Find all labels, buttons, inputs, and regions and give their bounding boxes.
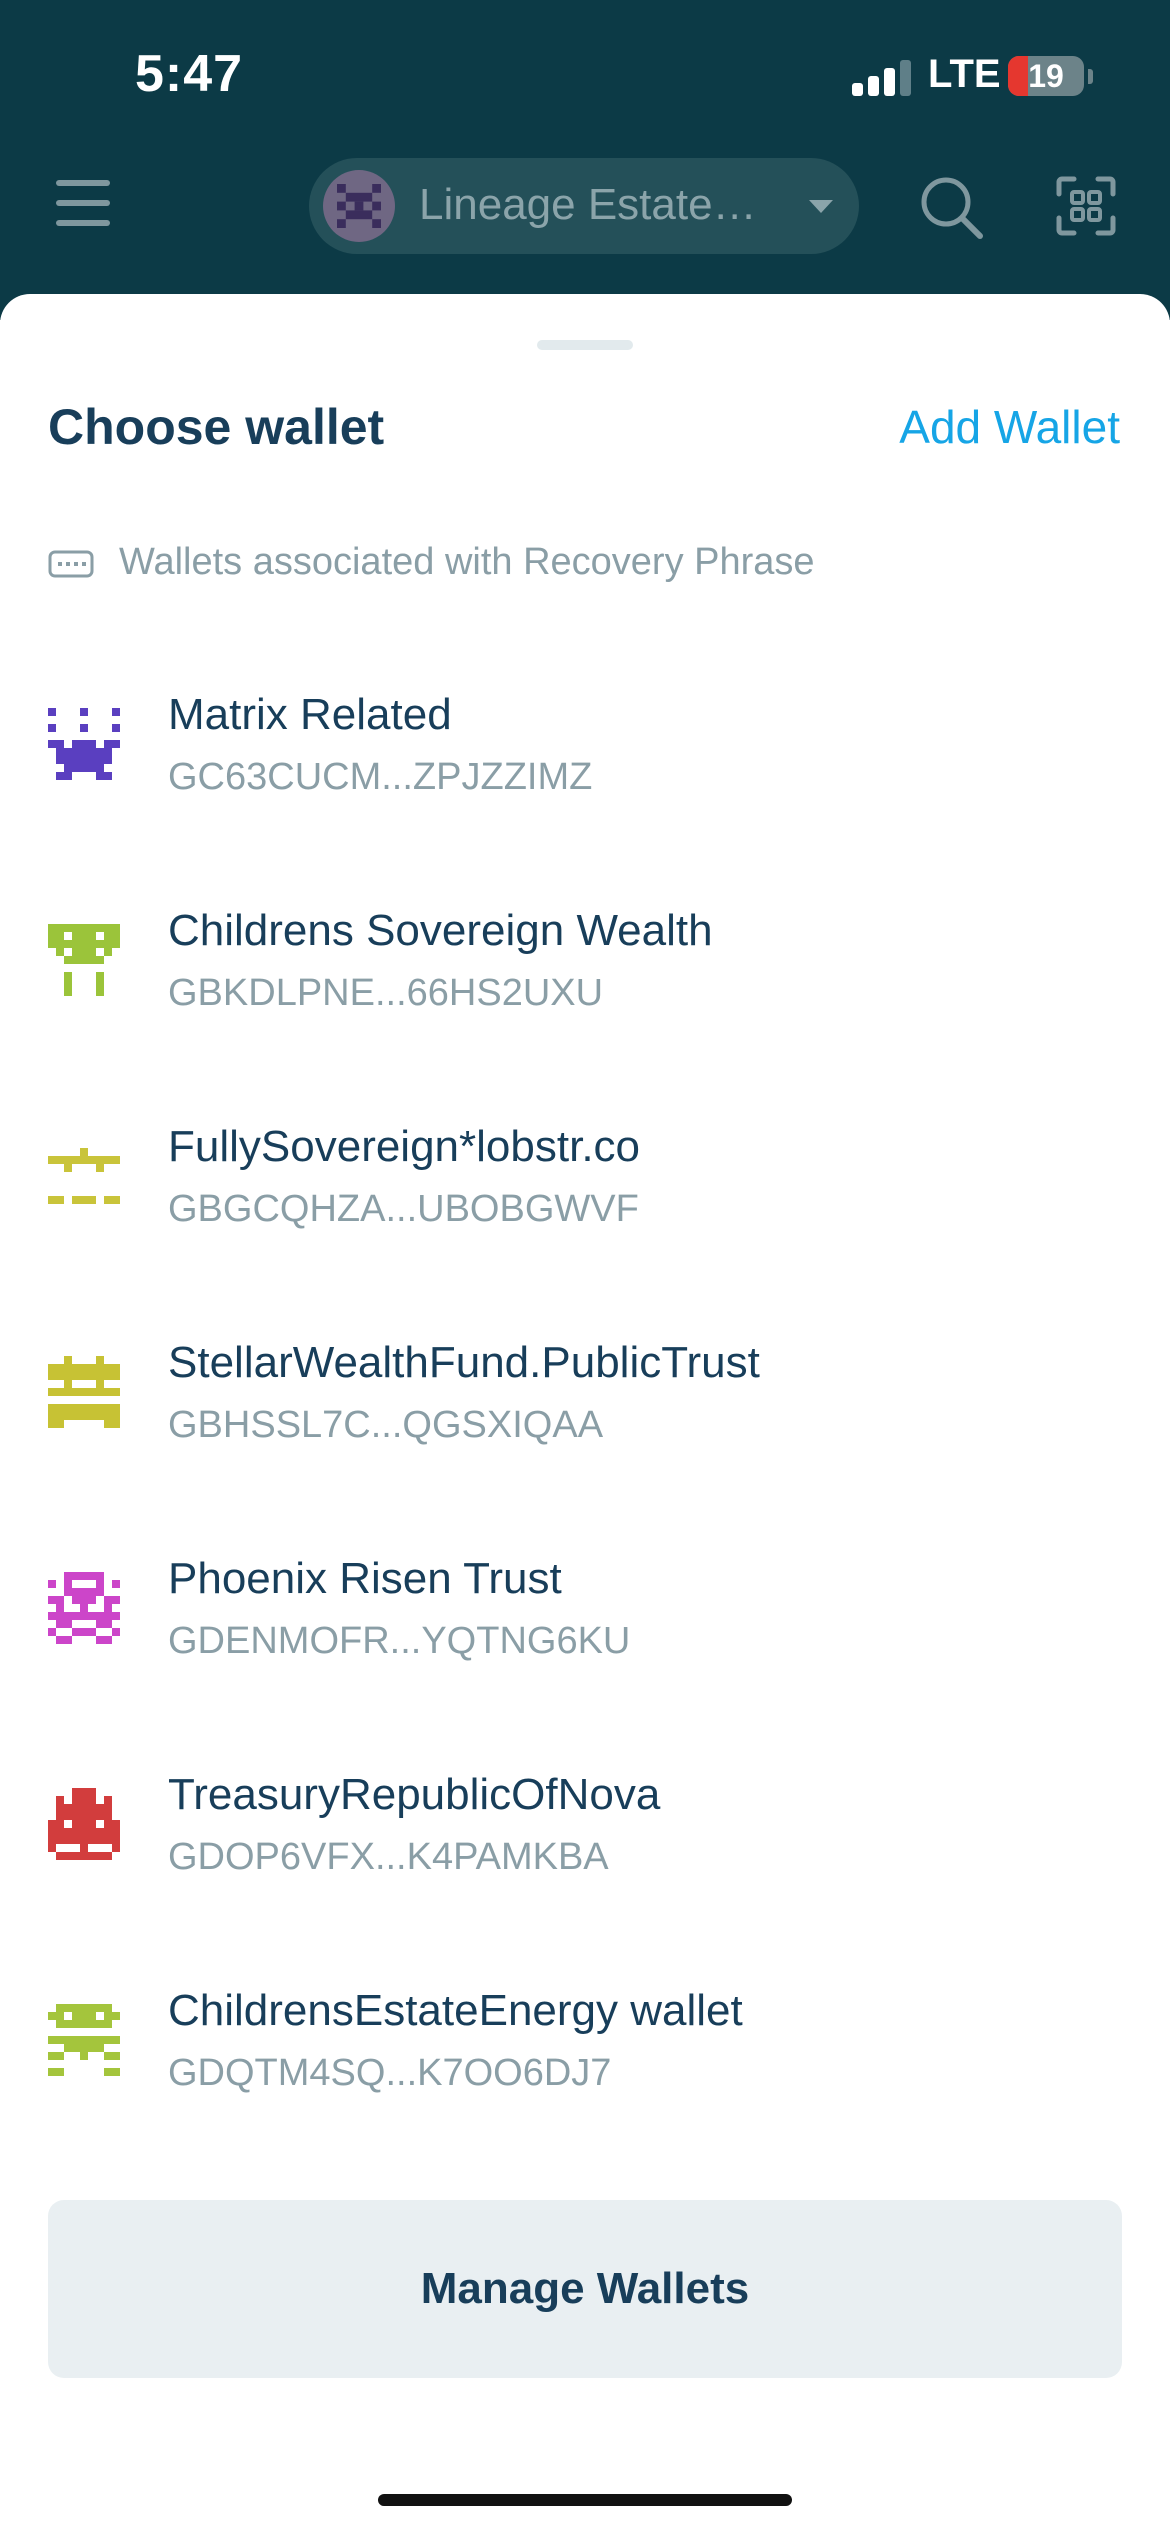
wallet-avatar-icon bbox=[48, 924, 120, 996]
manage-wallets-button[interactable]: Manage Wallets bbox=[48, 2200, 1122, 2378]
wallet-row[interactable]: ChildrensEstateEnergy wallet GDQTM4SQ...… bbox=[0, 1972, 1170, 2188]
avatar-icon bbox=[323, 170, 395, 242]
network-label: LTE bbox=[928, 52, 1001, 96]
sheet-title: Choose wallet bbox=[48, 399, 385, 455]
wallet-address: GBKDLPNE...66HS2UXU bbox=[168, 972, 604, 1014]
wallet-address: GDOP6VFX...K4PAMKBA bbox=[168, 1836, 609, 1878]
wallet-address: GC63CUCM...ZPJZZIMZ bbox=[168, 756, 593, 798]
wallet-sheet: Choose wallet Add Wallet Wallets associa… bbox=[0, 294, 1170, 2532]
top-bar: 5:47 LTE 19 Lineage Estate… bbox=[0, 0, 1170, 320]
wallet-address: GDQTM4SQ...K7OO6DJ7 bbox=[168, 2052, 612, 2094]
battery-level: 19 bbox=[1028, 58, 1064, 94]
home-indicator[interactable] bbox=[378, 2494, 792, 2506]
menu-icon[interactable] bbox=[52, 176, 116, 232]
wallet-avatar-icon bbox=[48, 1148, 120, 1204]
wallet-name: Phoenix Risen Trust bbox=[168, 1554, 562, 1603]
wallet-row[interactable]: Phoenix Risen Trust GDENMOFR...YQTNG6KU bbox=[0, 1540, 1170, 1756]
wallet-avatar-icon bbox=[48, 1356, 120, 1428]
signal-icon bbox=[852, 60, 912, 96]
wallet-name: TreasuryRepublicOfNova bbox=[168, 1770, 661, 1819]
wallet-list: Matrix Related GC63CUCM...ZPJZZIMZ Child… bbox=[0, 676, 1170, 2188]
wallet-row[interactable]: TreasuryRepublicOfNova GDOP6VFX...K4PAMK… bbox=[0, 1756, 1170, 1972]
wallet-name: Matrix Related bbox=[168, 690, 452, 739]
manage-wallets-label: Manage Wallets bbox=[420, 2264, 750, 2313]
wallet-row[interactable]: FullySovereign*lobstr.co GBGCQHZA...UBOB… bbox=[0, 1108, 1170, 1324]
wallet-row[interactable]: Childrens Sovereign Wealth GBKDLPNE...66… bbox=[0, 892, 1170, 1108]
chevron-down-icon bbox=[809, 200, 833, 213]
wallet-avatar-icon bbox=[48, 1788, 120, 1860]
battery-icon: 19 bbox=[1008, 56, 1084, 96]
wallet-selector[interactable]: Lineage Estate… bbox=[309, 158, 859, 254]
wallet-name: FullySovereign*lobstr.co bbox=[168, 1122, 641, 1171]
wallet-name: Childrens Sovereign Wealth bbox=[168, 906, 713, 955]
keyboard-icon bbox=[48, 550, 94, 578]
wallet-avatar-icon bbox=[48, 2004, 120, 2076]
section-label: Wallets associated with Recovery Phrase bbox=[119, 541, 815, 583]
search-icon[interactable] bbox=[918, 174, 984, 240]
wallet-name: StellarWealthFund.PublicTrust bbox=[168, 1338, 760, 1387]
wallet-row[interactable]: StellarWealthFund.PublicTrust GBHSSL7C..… bbox=[0, 1324, 1170, 1540]
wallet-address: GDENMOFR...YQTNG6KU bbox=[168, 1620, 631, 1662]
battery-tip bbox=[1088, 69, 1093, 84]
wallet-address: GBGCQHZA...UBOBGWVF bbox=[168, 1188, 639, 1230]
qr-scan-icon[interactable] bbox=[1056, 176, 1116, 236]
status-time: 5:47 bbox=[135, 45, 244, 103]
wallet-name: ChildrensEstateEnergy wallet bbox=[168, 1986, 743, 2035]
wallet-avatar-icon bbox=[48, 1572, 120, 1644]
sheet-grabber[interactable] bbox=[537, 340, 633, 350]
wallet-address: GBHSSL7C...QGSXIQAA bbox=[168, 1404, 604, 1446]
wallet-avatar-icon bbox=[48, 708, 120, 780]
add-wallet-button[interactable]: Add Wallet bbox=[899, 400, 1120, 454]
wallet-row[interactable]: Matrix Related GC63CUCM...ZPJZZIMZ bbox=[0, 676, 1170, 892]
current-wallet-name: Lineage Estate… bbox=[419, 180, 757, 229]
